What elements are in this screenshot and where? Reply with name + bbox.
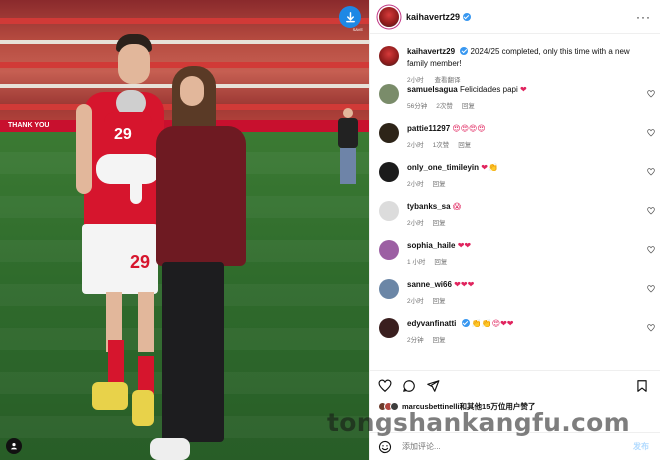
comment-emoji: 👏👏😍❤❤ (471, 319, 514, 328)
shorts-number: 29 (130, 252, 151, 272)
download-button[interactable] (339, 6, 361, 28)
comment-emoji: ❤👏 (481, 163, 498, 172)
emoji-icon[interactable] (378, 440, 392, 454)
comment-like-heart-icon[interactable] (647, 129, 655, 137)
reply-link[interactable]: 回复 (458, 142, 471, 149)
stadium-banner: THANK YOU (8, 122, 50, 129)
reply-link[interactable]: 回复 (433, 220, 446, 227)
commenter-avatar[interactable] (379, 201, 399, 221)
comment-like-heart-icon[interactable] (647, 285, 655, 293)
verified-badge-icon (461, 319, 470, 327)
commenter-username[interactable]: sophia_haile (407, 241, 455, 250)
commenter-username[interactable]: tybanks_sa (407, 202, 451, 211)
comment-row: sophia_haile ❤❤ 1 小时 回复 (370, 240, 660, 279)
reply-link[interactable]: 回复 (434, 259, 447, 266)
comment-time: 2小时 (407, 181, 424, 188)
comment-time: 1 小时 (407, 259, 426, 266)
download-label: SAVE (352, 27, 363, 32)
likes-text[interactable]: marcusbettinelli和其他15万位用户赞了 (402, 401, 535, 412)
commenter-avatar[interactable] (379, 84, 399, 104)
share-icon[interactable] (426, 379, 440, 393)
comment-likes[interactable]: 1次赞 (433, 142, 450, 149)
commenter-username[interactable]: sanne_wi66 (407, 280, 452, 289)
comment-emoji: ❤❤ (457, 241, 472, 250)
reply-link[interactable]: 回复 (462, 103, 475, 110)
comment-like-heart-icon[interactable] (647, 168, 655, 176)
bookmark-icon[interactable] (635, 379, 649, 393)
post-actions-bar (370, 370, 660, 400)
comment-time: 2小时 (407, 142, 424, 149)
reply-link[interactable]: 回复 (433, 337, 446, 344)
comment-emoji: ❤ (519, 85, 527, 94)
comments-list[interactable]: kaihavertz29 2024/25 completed, only thi… (370, 34, 660, 370)
comment-row: edyvanfinatti 👏👏😍❤❤ 2分钟 回复 (370, 318, 660, 357)
add-comment-bar: 发布 (370, 432, 660, 460)
comment-like-heart-icon[interactable] (647, 207, 655, 215)
post-photo[interactable]: THANK YOU 29 29 SAVE (0, 0, 369, 460)
bystander (336, 108, 360, 184)
woman-figure (150, 66, 250, 460)
comment-time: 2分钟 (407, 337, 424, 344)
comment-emoji: 😱 (452, 202, 462, 211)
verified-badge-icon (463, 12, 472, 21)
comment-emoji: ❤❤❤ (454, 280, 475, 289)
tagged-users-button[interactable] (6, 438, 22, 454)
comment-likes[interactable]: 2次赞 (436, 103, 453, 110)
translate-link[interactable]: 查看翻译 (434, 77, 460, 84)
stand-tier (0, 18, 369, 24)
commenter-username[interactable]: edyvanfinatti (407, 319, 456, 328)
instagram-post-window: THANK YOU 29 29 SAVE kaihavertz29 ··· ka… (0, 0, 660, 460)
author-avatar[interactable] (379, 6, 399, 27)
comment-row: pattie11297 😍😍😍😍 2小时 1次赞 回复 (370, 123, 660, 162)
stand-tier (0, 40, 369, 44)
commenter-username[interactable]: only_one_timileyin (407, 163, 479, 172)
commenter-avatar[interactable] (379, 240, 399, 260)
like-heart-icon[interactable] (378, 379, 392, 393)
more-options-icon[interactable]: ··· (636, 10, 651, 24)
comment-like-heart-icon[interactable] (647, 324, 655, 332)
likes-summary[interactable]: marcusbettinelli和其他15万位用户赞了 (378, 401, 535, 412)
caption-username[interactable]: kaihavertz29 (407, 47, 455, 56)
liker-avatar (390, 402, 399, 411)
comment-row: samuelsagua Felicidades papi ❤ 56分钟 2次赞 回复 (370, 84, 660, 123)
comment-input[interactable] (402, 442, 633, 451)
comment-row: only_one_timileyin ❤👏 2小时 回复 (370, 162, 660, 201)
comment-like-heart-icon[interactable] (647, 246, 655, 254)
download-icon (345, 11, 355, 22)
commenter-username[interactable]: samuelsagua (407, 85, 458, 94)
post-comment-button[interactable]: 发布 (633, 441, 649, 452)
post-header: kaihavertz29 ··· (370, 0, 660, 34)
comment-time: 56分钟 (407, 103, 428, 110)
comment-time: 2小时 (407, 220, 424, 227)
commenter-avatar[interactable] (379, 318, 399, 338)
comment-text: Felicidades papi (459, 85, 518, 94)
reply-link[interactable]: 回复 (433, 181, 446, 188)
comment-time: 2小时 (407, 298, 424, 305)
comment-icon[interactable] (402, 379, 416, 393)
user-icon (11, 443, 17, 450)
commenter-avatar[interactable] (379, 162, 399, 182)
post-side-panel: kaihavertz29 ··· kaihavertz29 2024/25 co… (369, 0, 660, 460)
commenter-avatar[interactable] (379, 279, 399, 299)
commenter-username[interactable]: pattie11297 (407, 124, 450, 133)
author-username[interactable]: kaihavertz29 (406, 12, 460, 22)
comment-emoji: 😍😍😍😍 (452, 124, 486, 133)
comment-row: sanne_wi66 ❤❤❤ 2小时 回复 (370, 279, 660, 318)
baby-jersey-number: 29 (114, 126, 132, 143)
verified-badge-icon (460, 47, 469, 55)
reply-link[interactable]: 回复 (433, 298, 446, 305)
post-caption: kaihavertz29 2024/25 completed, only thi… (370, 34, 660, 84)
comment-like-heart-icon[interactable] (647, 90, 655, 98)
caption-time: 2小时 (407, 77, 424, 84)
commenter-avatar[interactable] (379, 123, 399, 143)
caption-author-avatar[interactable] (379, 46, 399, 66)
comment-row: tybanks_sa 😱 2小时 回复 (370, 201, 660, 240)
